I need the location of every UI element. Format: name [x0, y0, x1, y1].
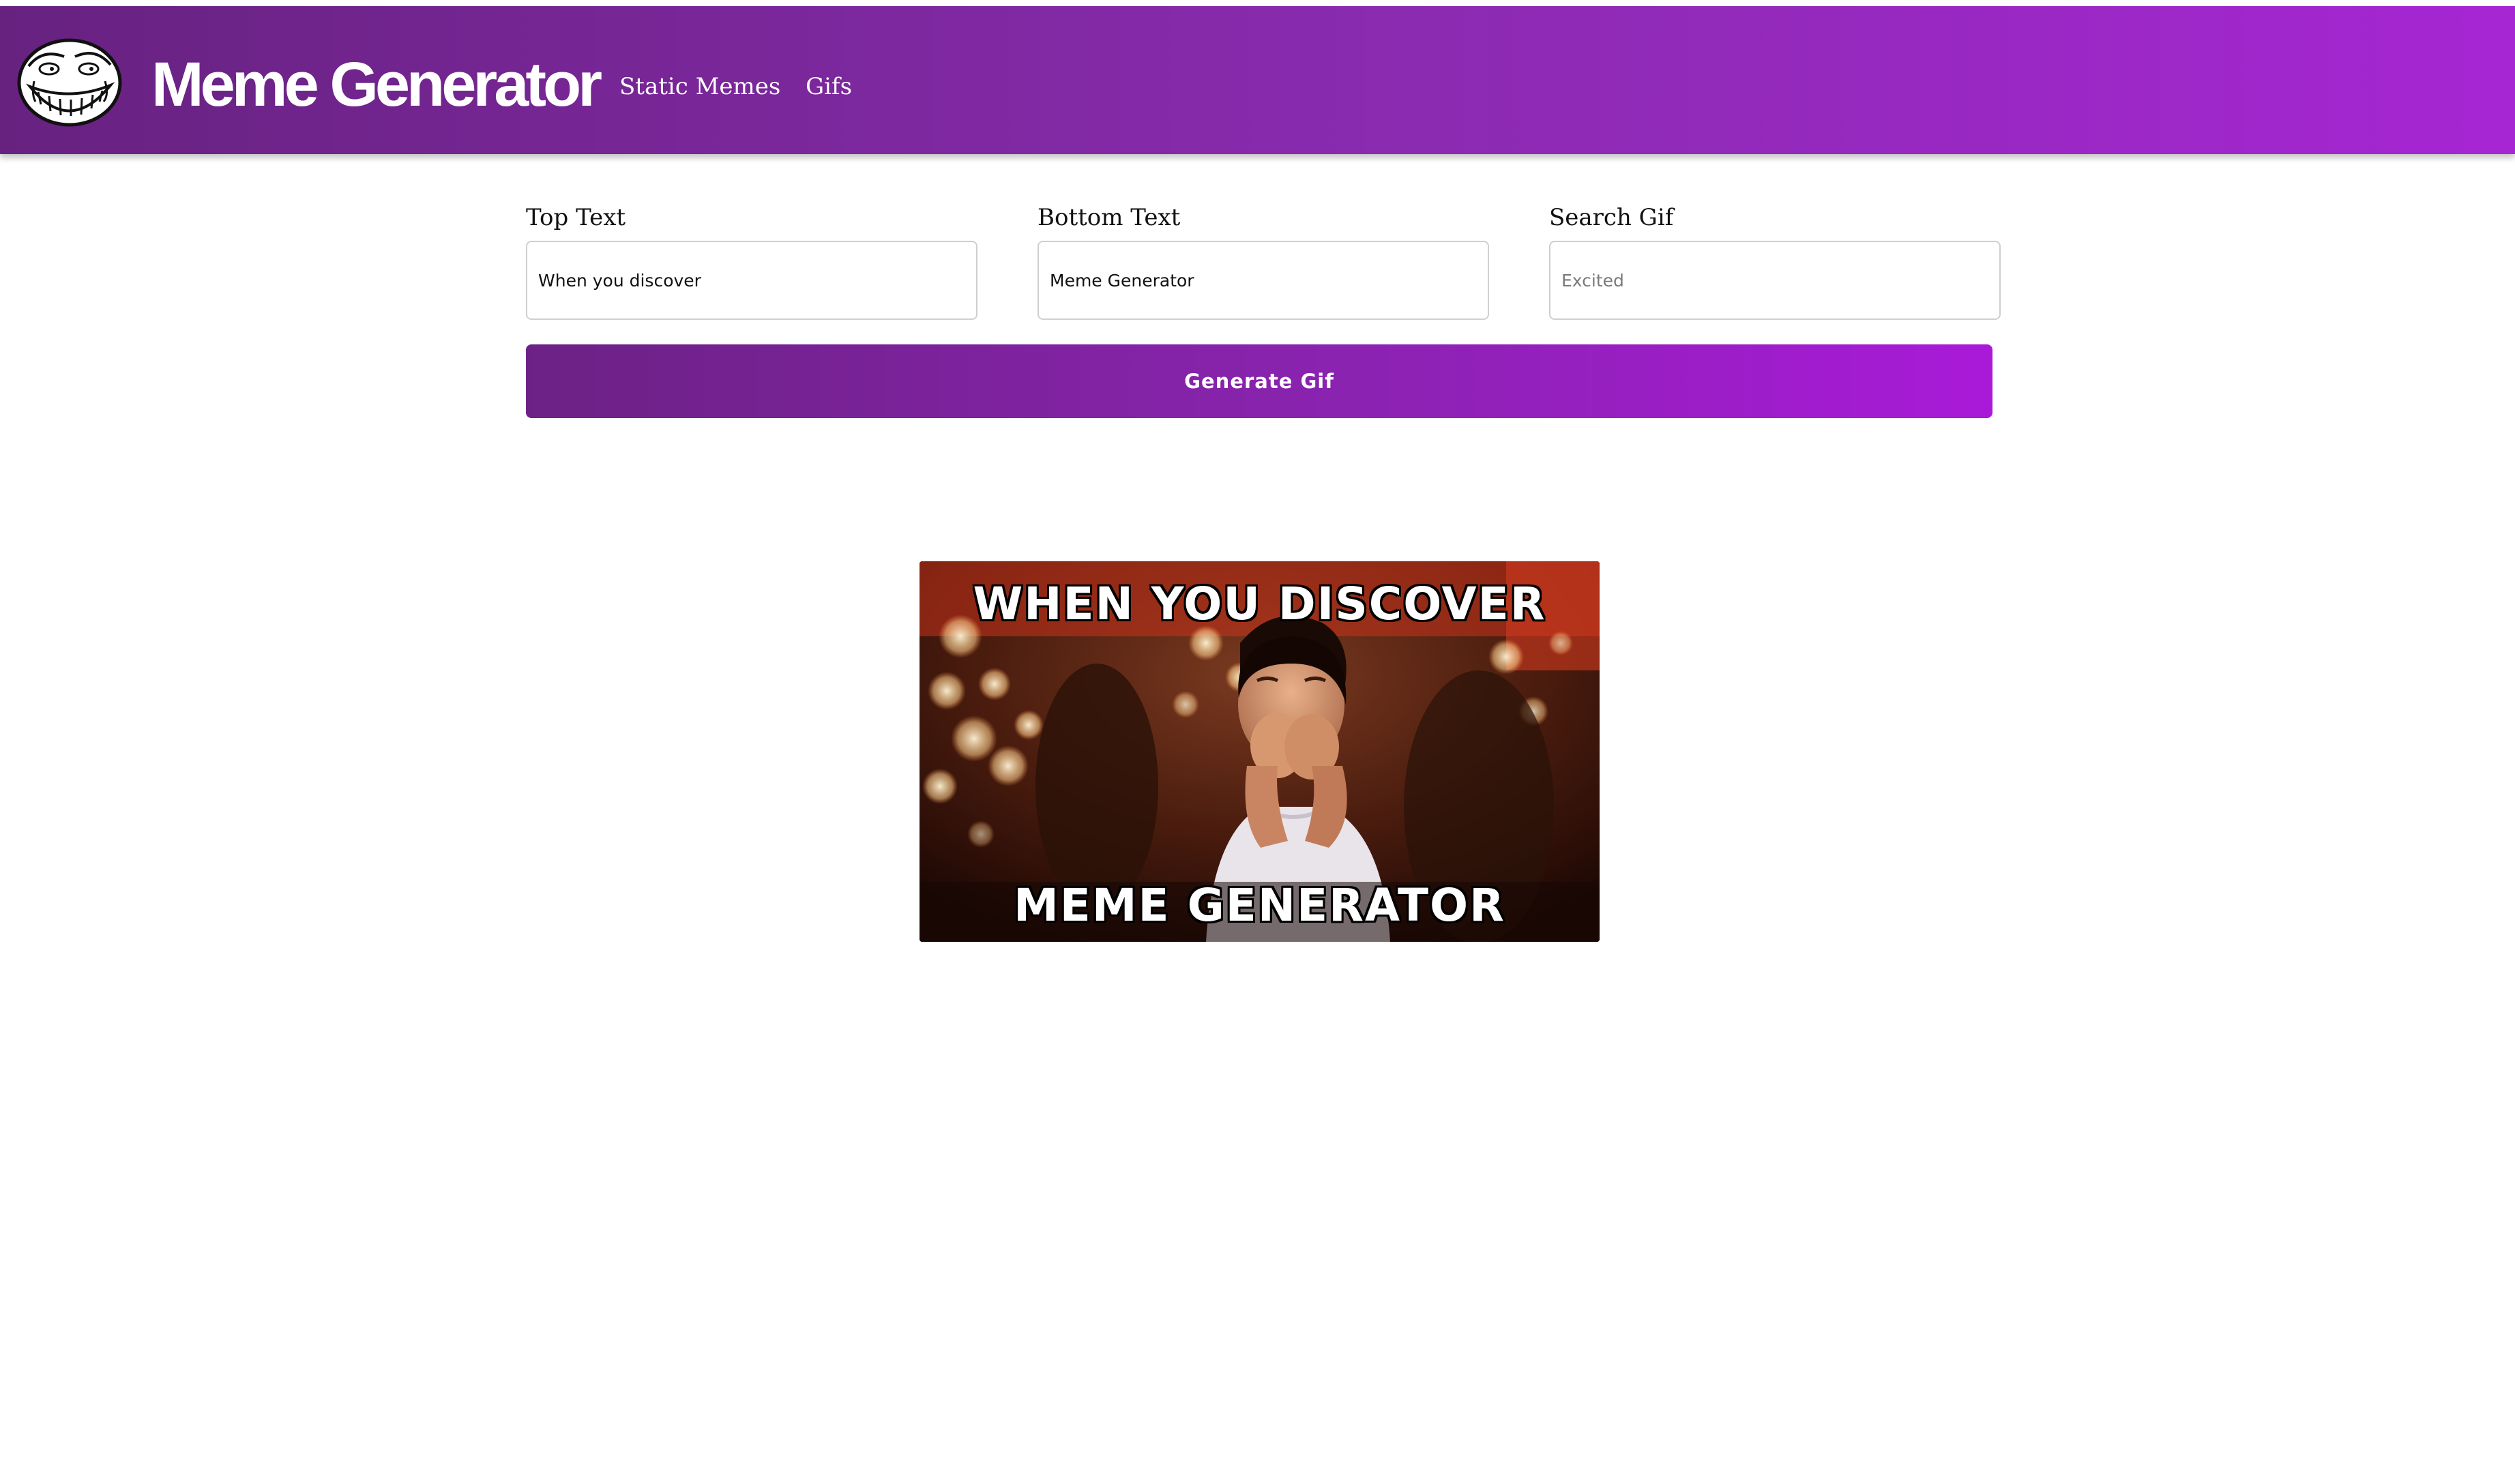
search-gif-label: Search Gif [1549, 204, 1674, 231]
bottom-text-field-group: Bottom Text [1038, 201, 1489, 320]
top-text-label: Top Text [526, 204, 626, 231]
bottom-text-input[interactable] [1038, 241, 1489, 320]
bottom-text-label: Bottom Text [1038, 204, 1181, 231]
generate-gif-button[interactable]: Generate Gif [526, 344, 1992, 418]
search-gif-input[interactable] [1549, 241, 2001, 320]
troll-face-icon[interactable] [15, 33, 124, 129]
meme-top-caption: WHEN YOU DISCOVER [973, 578, 1546, 630]
top-text-input[interactable] [526, 241, 977, 320]
brand-title[interactable]: Meme Generator [151, 47, 602, 122]
nav-link-static-memes[interactable]: Static Memes [619, 73, 780, 100]
meme-bottom-caption: MEME GENERATOR [1014, 879, 1505, 932]
top-text-field-group: Top Text [526, 201, 977, 320]
meme-preview: WHEN YOU DISCOVER MEME GENERATOR [920, 561, 1600, 942]
top-navbar: Meme Generator Static Memes Gifs [0, 6, 2515, 154]
nav-link-gifs[interactable]: Gifs [806, 73, 852, 100]
search-gif-field-group: Search Gif [1549, 201, 2001, 320]
